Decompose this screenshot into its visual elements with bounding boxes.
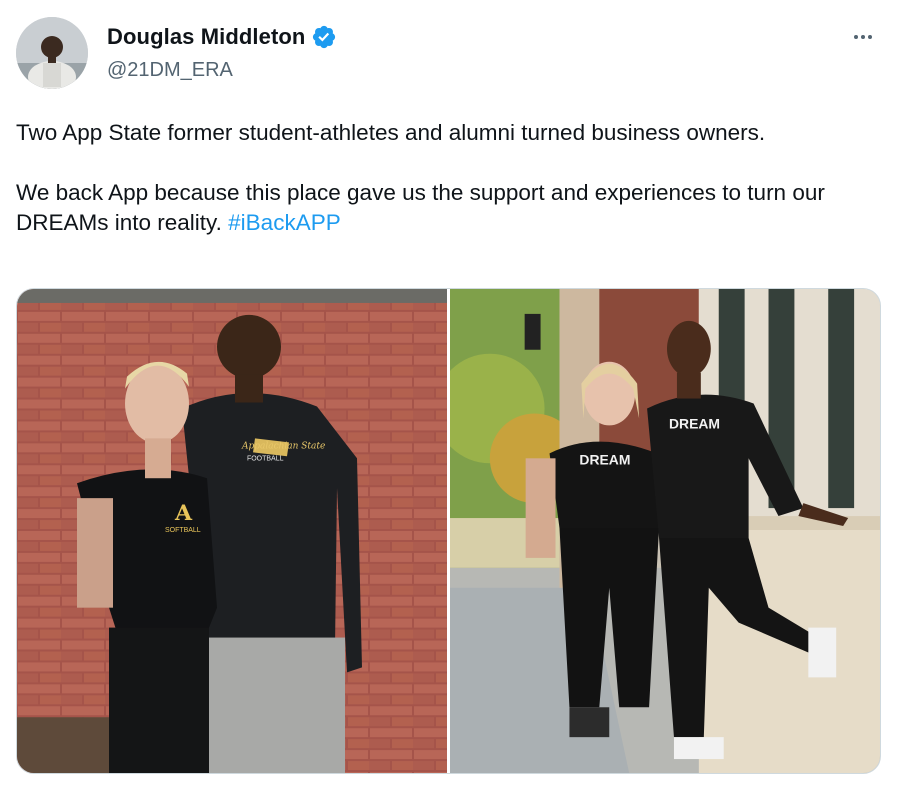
jacket-logo-subtext: FOOTBALL: [247, 455, 284, 462]
tweet-paragraph-2: We back App because this place gave us t…: [16, 178, 886, 238]
photo-storefront-image: DREAM DREAM: [450, 289, 880, 773]
softball-shirt-subtext: SOFTBALL: [165, 527, 201, 534]
display-name[interactable]: Douglas Middleton: [107, 24, 305, 50]
tweet-card: Douglas Middleton @21DM_ERA Two App Stat…: [0, 0, 900, 790]
ellipsis-icon: [854, 35, 858, 39]
dream-shirt-woman-text: DREAM: [579, 451, 630, 467]
more-options-button[interactable]: [848, 22, 878, 52]
photo-brick-wall-image: Appalachian State FOOTBALL A SOFTBALL: [17, 289, 447, 773]
profile-photo: [16, 17, 88, 89]
softball-shirt-letter: A: [174, 500, 193, 526]
author-name-row: Douglas Middleton: [107, 24, 337, 50]
hashtag-link[interactable]: #iBackAPP: [228, 210, 341, 235]
photo-brick-wall[interactable]: Appalachian State FOOTBALL A SOFTBALL: [17, 289, 447, 773]
jacket-logo-text: Appalachian State: [241, 441, 325, 451]
dream-shirt-man-text: DREAM: [669, 415, 720, 431]
photo-storefront[interactable]: DREAM DREAM: [450, 289, 880, 773]
tweet-text: Two App State former student-athletes an…: [16, 118, 886, 238]
media-grid: Appalachian State FOOTBALL A SOFTBALL DR…: [16, 288, 881, 774]
author-handle[interactable]: @21DM_ERA: [107, 59, 233, 82]
tweet-paragraph-2-text: We back App because this place gave us t…: [16, 180, 825, 235]
verified-badge-icon: [313, 25, 336, 49]
tweet-paragraph-1: Two App State former student-athletes an…: [16, 120, 766, 145]
avatar[interactable]: [16, 17, 88, 89]
